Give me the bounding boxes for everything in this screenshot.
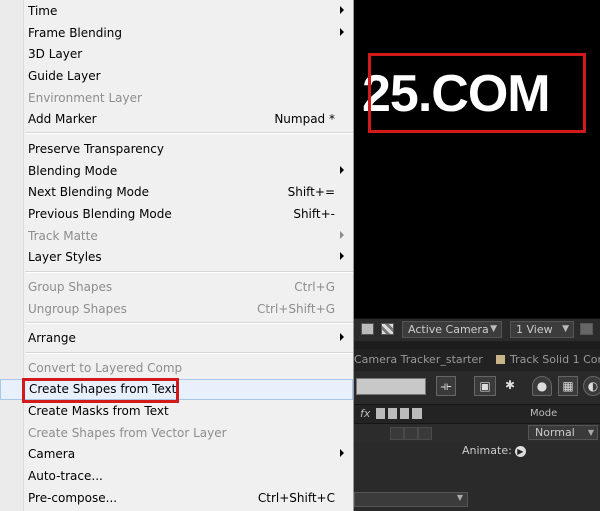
menu-item-preserve-transparency[interactable]: Preserve Transparency xyxy=(0,139,353,160)
menu-item-next-blending-mode[interactable]: Next Blending Mode Shift+= xyxy=(0,182,353,203)
chevron-down-icon: ▼ xyxy=(562,324,569,334)
menu-item-ungroup-shapes[interactable]: Ungroup Shapes Ctrl+Shift+G xyxy=(0,299,353,320)
menu-item-3d-layer[interactable]: 3D Layer xyxy=(0,44,353,65)
shortcut-label: Ctrl+Shift+C xyxy=(257,491,335,505)
layer-row[interactable]: Normal ▼ xyxy=(354,424,600,442)
timeline-tabs: Camera Tracker_starter Track Solid 1 Com xyxy=(354,349,600,372)
shortcut-label: Shift+= xyxy=(287,185,335,199)
layer-switch[interactable] xyxy=(418,427,432,440)
view-layout-dropdown[interactable]: 1 View ▼ xyxy=(510,321,574,338)
blending-mode-dropdown[interactable]: Normal ▼ xyxy=(528,425,598,440)
tab-camera-tracker-starter[interactable]: Camera Tracker_starter xyxy=(354,353,483,366)
layer-switch[interactable] xyxy=(404,427,418,440)
submenu-arrow-icon xyxy=(340,28,344,36)
timeline-search-input[interactable] xyxy=(356,378,426,395)
frame-blending-icon[interactable]: ▦ xyxy=(558,376,578,396)
shortcut-label: Numpad * xyxy=(274,112,335,126)
layer-context-menu: Time Frame Blending 3D Layer Guide Layer… xyxy=(0,0,354,511)
shortcut-label: Ctrl+G xyxy=(294,280,335,294)
bottom-dropdown[interactable]: ▼ xyxy=(354,492,468,507)
menu-separator xyxy=(25,322,353,324)
chevron-down-icon: ▼ xyxy=(456,493,463,502)
menu-item-guide-layer[interactable]: Guide Layer xyxy=(0,66,353,87)
play-circle-icon[interactable]: ▶ xyxy=(514,445,526,457)
menu-item-create-shapes-from-vector-layer[interactable]: Create Shapes from Vector Layer xyxy=(0,423,353,444)
menu-item-layer-styles[interactable]: Layer Styles xyxy=(0,247,353,268)
chevron-down-icon: ▼ xyxy=(490,324,497,334)
submenu-arrow-icon xyxy=(340,166,344,174)
live-update-icon[interactable]: ▣ xyxy=(474,376,496,396)
menu-item-create-masks-from-text[interactable]: Create Masks from Text xyxy=(0,401,353,422)
submenu-arrow-icon xyxy=(340,449,344,457)
menu-item-arrange[interactable]: Arrange xyxy=(0,328,353,349)
animate-label: Animate: xyxy=(462,444,512,457)
menu-item-blending-mode[interactable]: Blending Mode xyxy=(0,161,353,182)
chevron-down-icon: ▼ xyxy=(587,428,594,437)
submenu-arrow-icon xyxy=(340,333,344,341)
region-of-interest-icon[interactable] xyxy=(361,323,374,335)
menu-separator xyxy=(25,352,353,354)
viewer-toolbar: Active Camera ▼ 1 View ▼ xyxy=(354,318,600,341)
text-selection-highlight xyxy=(368,53,586,133)
menu-item-frame-blending[interactable]: Frame Blending xyxy=(0,23,353,44)
menu-item-time[interactable]: Time xyxy=(0,1,353,22)
layer-switch[interactable] xyxy=(390,427,404,440)
timeline-column-header: fx Mode xyxy=(354,404,600,424)
menu-item-camera[interactable]: Camera xyxy=(0,444,353,465)
composition-viewer[interactable]: 25.COM xyxy=(354,0,600,318)
comp-color-swatch xyxy=(496,355,505,364)
menu-item-add-marker[interactable]: Add Marker Numpad * xyxy=(0,109,353,130)
blending-mode-value: Normal xyxy=(535,426,575,439)
menu-separator xyxy=(25,271,353,273)
switches-icons xyxy=(376,408,422,419)
tab-track-solid[interactable]: Track Solid 1 Com xyxy=(510,353,600,366)
menu-item-environment-layer[interactable]: Environment Layer xyxy=(0,88,353,109)
menu-separator xyxy=(25,132,353,134)
menu-item-group-shapes[interactable]: Group Shapes Ctrl+G xyxy=(0,277,353,298)
menu-item-track-matte[interactable]: Track Matte xyxy=(0,226,353,247)
fx-column-header: fx xyxy=(360,407,371,420)
text-cursor xyxy=(583,66,586,116)
timeline-panel: ⟛ ▣ ✱ ● ▦ ◐ fx Mode Normal ▼ Animate: ▶ ▼ xyxy=(354,371,600,511)
menu-item-pre-compose[interactable]: Pre-compose... Ctrl+Shift+C xyxy=(0,488,353,509)
animate-menu[interactable]: Animate: ▶ xyxy=(462,444,526,457)
active-camera-dropdown[interactable]: Active Camera ▼ xyxy=(402,321,502,338)
shortcut-label: Ctrl+Shift+G xyxy=(256,302,335,316)
submenu-arrow-icon xyxy=(340,6,344,14)
motion-blur-icon[interactable]: ◐ xyxy=(583,376,600,396)
transparency-grid-icon[interactable] xyxy=(381,323,394,335)
menu-item-previous-blending-mode[interactable]: Previous Blending Mode Shift+- xyxy=(0,204,353,225)
mode-column-header: Mode xyxy=(530,408,558,419)
shortcut-label: Shift+- xyxy=(293,207,335,221)
callout-highlight-box xyxy=(22,378,179,403)
hide-shy-layers-icon[interactable]: ● xyxy=(532,376,552,396)
menu-item-convert-to-layered-comp[interactable]: Convert to Layered Comp xyxy=(0,358,353,379)
menu-item-auto-trace[interactable]: Auto-trace... xyxy=(0,466,353,487)
active-camera-label: Active Camera xyxy=(408,323,489,336)
submenu-arrow-icon xyxy=(340,231,344,239)
fast-previews-icon[interactable] xyxy=(580,323,593,335)
draft-3d-icon[interactable]: ✱ xyxy=(500,376,520,396)
comp-flowchart-icon[interactable]: ⟛ xyxy=(436,376,456,396)
submenu-arrow-icon xyxy=(340,252,344,260)
view-layout-label: 1 View xyxy=(516,323,553,336)
